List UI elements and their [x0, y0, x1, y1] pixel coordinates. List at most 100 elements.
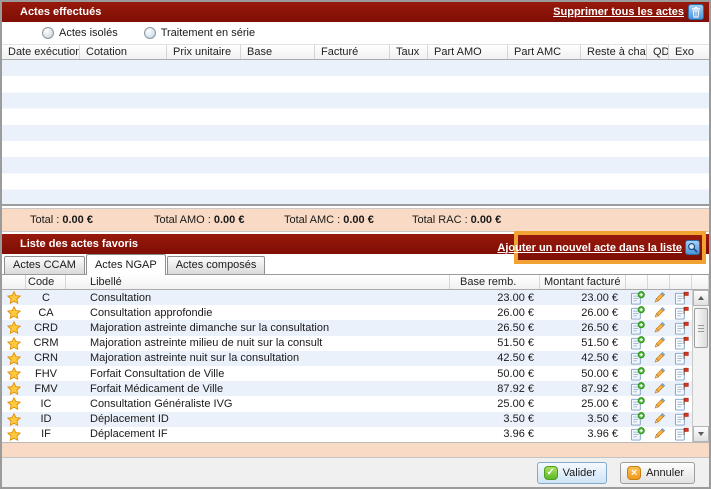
favorite-act-row[interactable]: ID Déplacement ID 3.50 € 3.50 € [2, 412, 692, 427]
vertical-scrollbar[interactable] [692, 290, 709, 442]
act-label: Déplacement IF [66, 428, 450, 440]
column-header-2[interactable]: Cotation [80, 45, 167, 59]
favorite-act-row[interactable]: CRM Majoration astreinte milieu de nuit … [2, 336, 692, 351]
delete-all-acts-link[interactable]: Supprimer tous les actes [553, 6, 684, 18]
act-code: CA [26, 307, 66, 319]
star-icon[interactable] [2, 367, 26, 380]
star-icon[interactable] [2, 306, 26, 319]
act-label: Forfait Médicament de Ville [66, 383, 450, 395]
add-act-button[interactable] [626, 291, 648, 305]
tab-actes-ngap[interactable]: Actes NGAP [86, 254, 166, 275]
remove-act-button[interactable] [670, 412, 692, 426]
star-icon[interactable] [2, 413, 26, 426]
amount-column-header[interactable]: Montant facturé [540, 275, 626, 289]
code-column-header[interactable]: Code [26, 275, 66, 289]
scrollbar-track[interactable] [693, 306, 709, 426]
edit-act-button[interactable] [648, 351, 670, 365]
total-item-2: Total AMO :0.00 € [154, 214, 244, 226]
add-new-act-link[interactable]: Ajouter un nouvel acte dans la liste [497, 242, 682, 254]
star-icon[interactable] [2, 382, 26, 395]
validate-label: Valider [563, 467, 596, 479]
edit-act-button[interactable] [648, 397, 670, 411]
favorite-act-row[interactable]: FHV Forfait Consultation de Ville 50.00 … [2, 366, 692, 381]
column-header-1[interactable]: Date exécution [2, 45, 80, 59]
star-icon[interactable] [2, 352, 26, 365]
edit-act-button[interactable] [648, 306, 670, 320]
act-code: IF [26, 428, 66, 440]
add-act-button[interactable] [626, 336, 648, 350]
column-header-9[interactable]: Reste à charge [581, 45, 647, 59]
add-new-act-search-button[interactable] [685, 240, 700, 255]
remove-act-button[interactable] [670, 291, 692, 305]
column-header-10[interactable]: QD [647, 45, 669, 59]
edit-act-button[interactable] [648, 412, 670, 426]
favorite-act-row[interactable]: FMV Forfait Médicament de Ville 87.92 € … [2, 381, 692, 396]
add-act-button[interactable] [626, 397, 648, 411]
delete-all-acts-button[interactable] [688, 4, 704, 20]
star-icon[interactable] [2, 397, 26, 410]
remove-act-button[interactable] [670, 336, 692, 350]
column-header-6[interactable]: Taux [390, 45, 428, 59]
add-act-button[interactable] [626, 321, 648, 335]
column-header-7[interactable]: Part AMO [428, 45, 508, 59]
star-icon[interactable] [2, 291, 26, 304]
remove-act-button[interactable] [670, 382, 692, 396]
tab-actes-ccam[interactable]: Actes CCAM [4, 256, 85, 274]
column-header-3[interactable]: Prix unitaire [167, 45, 241, 59]
remove-act-button[interactable] [670, 397, 692, 411]
add-act-button[interactable] [626, 306, 648, 320]
validate-button[interactable]: ✓ Valider [537, 462, 607, 484]
star-icon[interactable] [2, 337, 26, 350]
add-act-button[interactable] [626, 382, 648, 396]
edit-act-button[interactable] [648, 336, 670, 350]
favorite-act-row[interactable]: IC Consultation Généraliste IVG 25.00 € … [2, 396, 692, 411]
favorites-table-header: Code Libellé Base remb. Montant facturé [2, 274, 709, 290]
act-base-amount: 23.00 € [450, 292, 540, 304]
remove-act-button[interactable] [670, 321, 692, 335]
column-header-5[interactable]: Facturé [315, 45, 390, 59]
edit-act-button[interactable] [648, 367, 670, 381]
radio-series-label: Traitement en série [161, 27, 255, 39]
add-act-button[interactable] [626, 412, 648, 426]
radio-isolated-acts[interactable]: Actes isolés [42, 27, 118, 39]
add-document-icon [630, 321, 645, 335]
remove-document-icon [674, 427, 689, 441]
favorite-act-row[interactable]: CRD Majoration astreinte dimanche sur la… [2, 320, 692, 335]
add-act-button[interactable] [626, 427, 648, 441]
column-header-8[interactable]: Part AMC [508, 45, 581, 59]
remove-act-button[interactable] [670, 427, 692, 441]
remove-act-button[interactable] [670, 351, 692, 365]
act-base-amount: 42.50 € [450, 352, 540, 364]
favorite-act-row[interactable]: C Consultation 23.00 € 23.00 € [2, 290, 692, 305]
tab-actes-compos-s[interactable]: Actes composés [167, 256, 266, 274]
edit-act-button[interactable] [648, 321, 670, 335]
cancel-button[interactable]: × Annuler [620, 462, 695, 484]
add-act-button[interactable] [626, 367, 648, 381]
column-header-11[interactable]: Exo [669, 45, 709, 59]
arrow-up-icon [698, 296, 704, 300]
remove-document-icon [674, 382, 689, 396]
label-column-header[interactable]: Libellé [66, 275, 450, 289]
act-label: Consultation [66, 292, 450, 304]
add-document-icon [630, 291, 645, 305]
star-icon[interactable] [2, 321, 26, 334]
base-column-header[interactable]: Base remb. [450, 275, 540, 289]
favorite-act-row[interactable]: CRN Majoration astreinte nuit sur la con… [2, 351, 692, 366]
column-header-4[interactable]: Base [241, 45, 315, 59]
scroll-up-button[interactable] [693, 290, 709, 306]
favorite-act-row[interactable]: IF Déplacement IF 3.96 € 3.96 € [2, 427, 692, 442]
edit-act-button[interactable] [648, 291, 670, 305]
scrollbar-thumb[interactable] [694, 308, 708, 348]
edit-act-button[interactable] [648, 427, 670, 441]
remove-document-icon [674, 351, 689, 365]
remove-act-button[interactable] [670, 306, 692, 320]
act-code: C [26, 292, 66, 304]
star-icon[interactable] [2, 428, 26, 441]
radio-series-treatment[interactable]: Traitement en série [144, 27, 255, 39]
edit-act-button[interactable] [648, 382, 670, 396]
scroll-down-button[interactable] [693, 426, 709, 442]
favorite-act-row[interactable]: CA Consultation approfondie 26.00 € 26.0… [2, 305, 692, 320]
add-document-icon [630, 382, 645, 396]
remove-act-button[interactable] [670, 367, 692, 381]
add-act-button[interactable] [626, 351, 648, 365]
